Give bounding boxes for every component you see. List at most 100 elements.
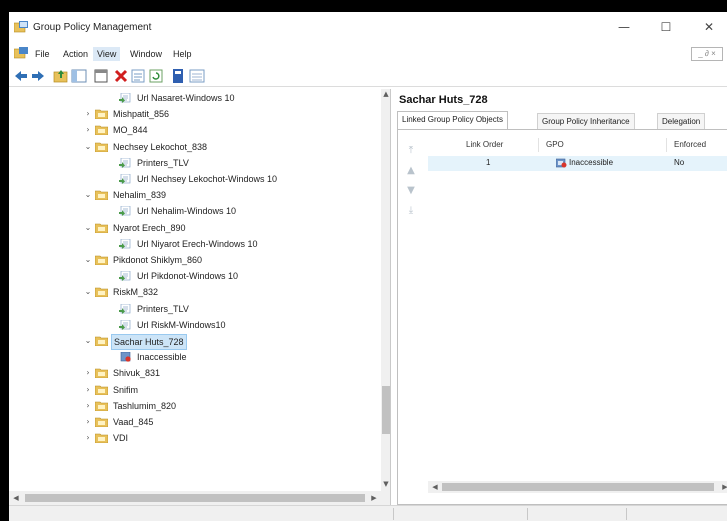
tree-item-label: Shivuk_831 — [113, 368, 161, 379]
tree-item-shivuk-831[interactable]: › Shivuk_831 — [9, 365, 381, 381]
tab-delegation[interactable]: Delegation — [657, 113, 706, 129]
tree-item-sachar-huts-728[interactable]: ⌄ Sachar Huts_728 — [9, 333, 381, 350]
tree-item-label: Inaccessible — [137, 352, 187, 363]
scroll-left-arrow-icon[interactable]: ◀ — [430, 482, 440, 492]
console-tree[interactable]: Url Nasaret-Windows 10 › Mishpatit_856 › MO_… — [9, 89, 391, 505]
chevron-right-icon[interactable]: › — [83, 414, 93, 430]
chevron-down-icon[interactable]: ⌄ — [83, 187, 93, 203]
column-divider[interactable] — [538, 138, 539, 152]
tree-item-label: Url Nechsey Lekochot-Windows 10 — [137, 174, 278, 184]
linked-gpos-panel: ⤒ ▲ ▼ ⤓ Link Order GPO Enforced 1 Inacce… — [397, 129, 727, 505]
tree-item-riskm-832[interactable]: ⌄ RiskM_832 — [9, 284, 381, 300]
cell-enforced: No — [674, 158, 685, 167]
col-link-order[interactable]: Link Order — [466, 140, 503, 149]
tree-item-url-nechsey-lekochot-windows-10[interactable]: Url Nechsey Lekochot-Windows 10 — [9, 171, 381, 187]
tree-item-url-nasaret-windows-10[interactable]: Url Nasaret-Windows 10 — [9, 90, 381, 106]
menu-help[interactable]: Help — [169, 47, 196, 61]
ou-folder-icon — [95, 109, 108, 120]
help-icon[interactable] — [170, 68, 186, 84]
tree-item-url-nehalim-windows-10[interactable]: Url Nehalim-Windows 10 — [9, 203, 381, 219]
details-horizontal-scrollbar[interactable]: ◀ ▶ — [428, 481, 727, 493]
col-gpo[interactable]: GPO — [546, 140, 564, 149]
chevron-down-icon[interactable]: ⌄ — [83, 284, 93, 300]
chevron-right-icon[interactable]: › — [83, 398, 93, 414]
move-top-icon[interactable]: ⤒ — [404, 144, 418, 158]
tree-item-url-riskm-windows10[interactable]: Url RiskM-Windows10 — [9, 317, 381, 333]
chevron-down-icon[interactable]: ⌄ — [83, 333, 93, 349]
tree-vertical-scrollbar[interactable]: ▲ ▼ — [381, 89, 390, 491]
tree-item-label: Url Pikdonot-Windows 10 — [137, 271, 239, 282]
gpo-link-icon — [119, 238, 131, 249]
chevron-right-icon[interactable]: › — [83, 382, 93, 398]
menu-action[interactable]: Action — [59, 47, 92, 61]
chevron-down-icon[interactable]: ⌄ — [83, 252, 93, 268]
tree-item-snifim[interactable]: › Snifim — [9, 382, 381, 398]
tree-item-mishpatit-856[interactable]: › Mishpatit_856 — [9, 106, 381, 122]
menu-window[interactable]: Window — [126, 47, 166, 61]
tree-item-url-pikdonot-windows-10[interactable]: Url Pikdonot-Windows 10 — [9, 268, 381, 284]
tree-item-inaccessible[interactable]: Inaccessible — [9, 349, 381, 365]
mdi-child-controls[interactable]: _ ∂ × — [691, 47, 723, 61]
tree-item-printers-tlv[interactable]: Printers_TLV — [9, 301, 381, 317]
tree-item-vdi[interactable]: › VDI — [9, 430, 381, 446]
list-view-icon[interactable] — [189, 68, 205, 84]
details-hscroll-thumb[interactable] — [442, 483, 714, 491]
tree-item-nyarot-erech-890[interactable]: ⌄ Nyarot Erech_890 — [9, 220, 381, 236]
console-icon[interactable] — [93, 68, 109, 84]
tree-item-label: Url RiskM-Windows10 — [137, 319, 226, 330]
tab-gp-inheritance[interactable]: Group Policy Inheritance — [537, 113, 635, 129]
scroll-left-arrow-icon[interactable]: ◀ — [11, 493, 21, 503]
menu-view[interactable]: View — [93, 47, 121, 61]
scroll-right-arrow-icon[interactable]: ▶ — [369, 493, 379, 503]
back-icon[interactable] — [13, 68, 29, 84]
title-bar[interactable]: Group Policy Management — ☐ ✕ — [9, 12, 727, 42]
move-down-icon[interactable]: ▼ — [404, 184, 418, 198]
chevron-down-icon[interactable]: ⌄ — [83, 139, 93, 155]
scroll-up-arrow-icon[interactable]: ▲ — [381, 89, 390, 99]
scroll-right-arrow-icon[interactable]: ▶ — [720, 482, 727, 492]
table-row[interactable]: 1 Inaccessible No — [428, 156, 727, 171]
tree-item-nehalim-839[interactable]: ⌄ Nehalim_839 — [9, 187, 381, 203]
tree-horizontal-scrollbar[interactable]: ◀ ▶ — [9, 491, 390, 505]
tree-item-url-niyarot-erech-windows-10[interactable]: Url Niyarot Erech-Windows 10 — [9, 236, 381, 252]
move-bottom-icon[interactable]: ⤓ — [404, 204, 418, 218]
chevron-right-icon[interactable]: › — [83, 122, 93, 138]
tree-item-label: Snifim — [113, 384, 139, 395]
column-divider[interactable] — [666, 138, 667, 152]
tab-linked-gpos[interactable]: Linked Group Policy Objects — [397, 111, 508, 129]
ou-folder-icon — [95, 401, 108, 411]
delete-icon[interactable] — [113, 68, 129, 84]
tree-item-printers-tlv[interactable]: Printers_TLV — [9, 155, 381, 171]
window-title: Group Policy Management — [33, 22, 152, 33]
linked-gpos-list[interactable]: Link Order GPO Enforced 1 Inaccessible N… — [428, 136, 727, 464]
col-enforced[interactable]: Enforced — [674, 140, 706, 149]
refresh-icon[interactable] — [148, 68, 164, 84]
tree-item-vaad-845[interactable]: › Vaad_845 — [9, 414, 381, 430]
minimize-button[interactable]: — — [604, 18, 644, 36]
menu-file[interactable]: File — [31, 47, 54, 61]
tree-item-tashlumim-820[interactable]: › Tashlumim_820 — [9, 398, 381, 414]
show-hide-tree-icon[interactable] — [71, 68, 87, 84]
tree-item-label: Printers_TLV — [137, 303, 189, 314]
chevron-right-icon[interactable]: › — [83, 106, 93, 122]
maximize-button[interactable]: ☐ — [646, 18, 686, 36]
tree-item-label: Printers_TLV — [137, 157, 189, 168]
chevron-right-icon[interactable]: › — [83, 430, 93, 446]
close-button[interactable]: ✕ — [689, 18, 727, 36]
tree-item-pikdonot-shiklym-860[interactable]: ⌄ Pikdonot Shiklym_860 — [9, 252, 381, 268]
move-up-icon[interactable]: ▲ — [404, 164, 418, 178]
tree-item-nechsey-lekochot-838[interactable]: ⌄ Nechsey Lekochot_838 — [9, 139, 381, 155]
scroll-down-arrow-icon[interactable]: ▼ — [381, 479, 390, 489]
chevron-down-icon[interactable]: ⌄ — [83, 220, 93, 236]
tree-hscroll-thumb[interactable] — [25, 494, 365, 502]
tree-item-mo-844[interactable]: › MO_844 — [9, 122, 381, 138]
menu-bar: File Action View Window Help _ ∂ × — [9, 43, 727, 63]
gpo-inaccessible-icon — [120, 352, 131, 362]
chevron-right-icon[interactable]: › — [83, 365, 93, 381]
tree-scroll-thumb[interactable] — [382, 386, 390, 434]
up-folder-icon[interactable] — [53, 68, 69, 84]
forward-icon[interactable] — [30, 68, 46, 84]
tree-item-label: Url Niyarot Erech-Windows 10 — [137, 238, 258, 249]
properties-icon[interactable] — [130, 68, 146, 84]
ou-folder-icon — [95, 223, 108, 233]
